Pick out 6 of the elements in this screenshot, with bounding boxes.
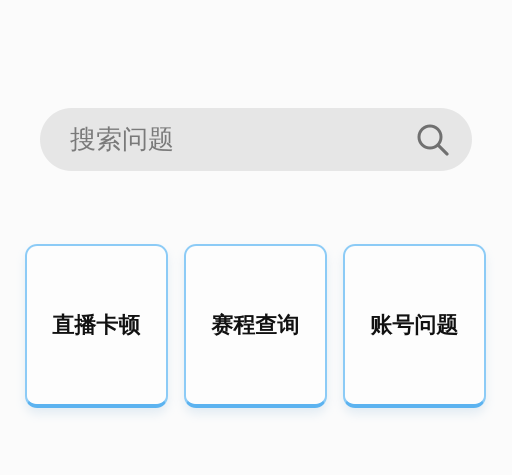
search-icon[interactable] [416,122,450,156]
category-card[interactable]: 赛程查询 [184,244,327,408]
category-card[interactable]: 账号问题 [343,244,486,408]
category-card[interactable]: 直播卡顿 [25,244,168,408]
search-field[interactable]: 搜索问题 [40,108,472,171]
search-input[interactable]: 搜索问题 [70,124,416,154]
